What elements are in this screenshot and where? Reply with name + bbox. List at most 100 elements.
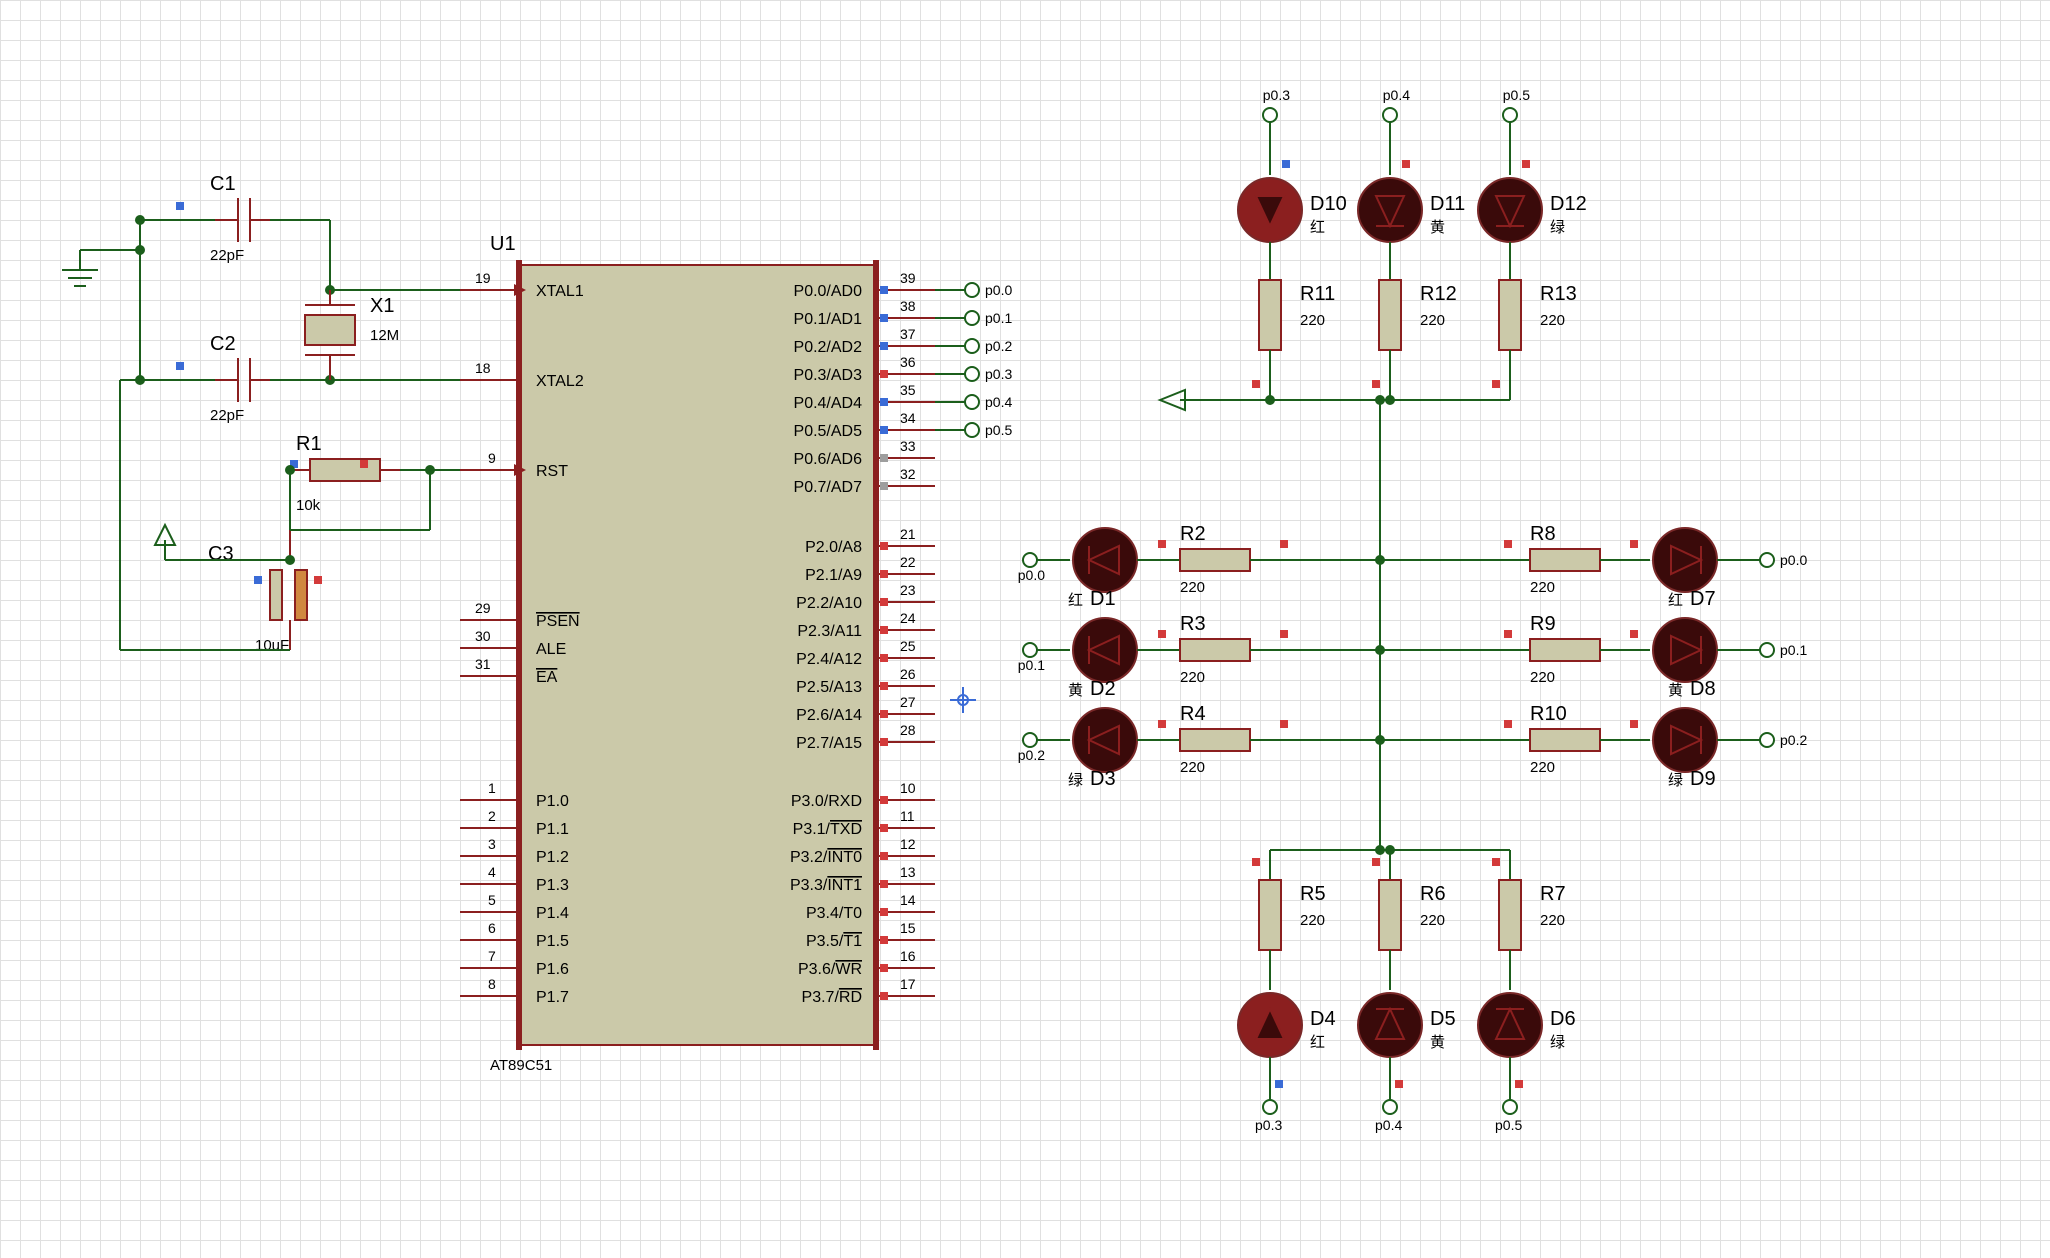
lights-top: p0.3 D10红 R11220 p0.4 D11黄 R12220 p0.5 D…	[1238, 87, 1587, 405]
svg-text:P3.2/INT0: P3.2/INT0	[790, 849, 862, 866]
res-r1: R1 10k	[290, 433, 400, 514]
svg-text:R3: R3	[1180, 613, 1206, 635]
svg-text:R6: R6	[1420, 883, 1446, 905]
svg-text:R10: R10	[1530, 703, 1567, 725]
crystal-x1: X1 12M	[305, 290, 399, 380]
svg-text:R1: R1	[296, 433, 322, 455]
svg-text:6: 6	[488, 920, 496, 936]
osc-reset: X1 12M C1 22pF C2 22pF R1	[62, 173, 460, 654]
svg-text:37: 37	[900, 326, 916, 342]
u1-ref: U1	[490, 233, 516, 255]
svg-text:D1: D1	[1090, 588, 1116, 610]
svg-text:D5: D5	[1430, 1008, 1456, 1030]
svg-text:D12: D12	[1550, 193, 1587, 215]
schematic-canvas[interactable]: U1 AT89C51 19 XTAL1 18 XTAL2 9 RST 29PSE…	[0, 0, 2050, 1258]
svg-text:P2.1/A9: P2.1/A9	[805, 567, 862, 584]
svg-text:25: 25	[900, 638, 916, 654]
led-d12	[1478, 178, 1542, 242]
svg-text:p0.5: p0.5	[985, 422, 1012, 438]
svg-text:P0.5/AD5: P0.5/AD5	[794, 423, 863, 440]
svg-text:4: 4	[488, 864, 496, 880]
svg-text:红: 红	[1310, 1034, 1325, 1051]
svg-text:R13: R13	[1540, 283, 1577, 305]
led-d4	[1238, 993, 1302, 1057]
svg-text:16: 16	[900, 948, 916, 964]
cap-c1: C1 22pF	[140, 173, 270, 264]
svg-text:D3: D3	[1090, 768, 1116, 790]
svg-text:D7: D7	[1690, 588, 1716, 610]
svg-text:C1: C1	[210, 173, 236, 195]
svg-text:19: 19	[475, 270, 491, 286]
svg-text:31: 31	[475, 656, 491, 672]
svg-text:p0.3: p0.3	[1255, 1117, 1282, 1133]
u1-part: AT89C51	[490, 1057, 552, 1074]
svg-text:P1.5: P1.5	[536, 933, 569, 950]
led-d3	[1073, 708, 1137, 772]
led-d11	[1358, 178, 1422, 242]
svg-text:21: 21	[900, 526, 916, 542]
svg-text:D9: D9	[1690, 768, 1716, 790]
svg-text:9: 9	[488, 450, 496, 466]
svg-text:p0.3: p0.3	[1263, 87, 1290, 103]
svg-text:P2.6/A14: P2.6/A14	[796, 707, 862, 724]
svg-text:23: 23	[900, 582, 916, 598]
svg-text:P2.0/A8: P2.0/A8	[805, 539, 862, 556]
svg-text:C2: C2	[210, 333, 236, 355]
svg-text:P0.7/AD7: P0.7/AD7	[794, 479, 863, 496]
svg-text:38: 38	[900, 298, 916, 314]
svg-text:220: 220	[1180, 759, 1205, 776]
gnd-icon	[62, 250, 98, 286]
svg-text:P3.6/WR: P3.6/WR	[798, 961, 862, 978]
svg-text:P3.4/T0: P3.4/T0	[806, 905, 862, 922]
svg-text:13: 13	[900, 864, 916, 880]
svg-text:P1.3: P1.3	[536, 877, 569, 894]
svg-text:R9: R9	[1530, 613, 1556, 635]
svg-text:10k: 10k	[296, 497, 321, 514]
led-d9	[1653, 708, 1717, 772]
svg-text:10: 10	[900, 780, 916, 796]
svg-text:P1.7: P1.7	[536, 989, 569, 1006]
svg-text:34: 34	[900, 410, 916, 426]
svg-text:P3.7/RD: P3.7/RD	[802, 989, 862, 1006]
svg-text:D11: D11	[1430, 193, 1465, 215]
svg-text:XTAL1: XTAL1	[536, 283, 584, 300]
svg-text:2: 2	[488, 808, 496, 824]
svg-text:R7: R7	[1540, 883, 1566, 905]
svg-text:PSEN: PSEN	[536, 613, 580, 630]
svg-text:p0.0: p0.0	[985, 282, 1012, 298]
svg-text:R12: R12	[1420, 283, 1457, 305]
svg-text:p0.4: p0.4	[1383, 87, 1410, 103]
svg-text:29: 29	[475, 600, 491, 616]
svg-text:P3.0/RXD: P3.0/RXD	[791, 793, 862, 810]
svg-text:220: 220	[1180, 579, 1205, 596]
svg-text:D6: D6	[1550, 1008, 1576, 1030]
svg-text:220: 220	[1420, 312, 1445, 329]
svg-text:p0.2: p0.2	[1780, 732, 1807, 748]
svg-text:P3.5/T1: P3.5/T1	[806, 933, 862, 950]
svg-text:17: 17	[900, 976, 916, 992]
svg-text:220: 220	[1530, 579, 1555, 596]
svg-text:P2.4/A12: P2.4/A12	[796, 651, 862, 668]
svg-text:p0.1: p0.1	[1018, 657, 1045, 673]
svg-text:p0.3: p0.3	[985, 366, 1012, 382]
origin-marker	[950, 687, 976, 713]
svg-text:220: 220	[1180, 669, 1205, 686]
svg-text:ALE: ALE	[536, 641, 566, 658]
svg-text:P2.5/A13: P2.5/A13	[796, 679, 862, 696]
svg-text:绿: 绿	[1068, 772, 1083, 789]
svg-text:绿: 绿	[1668, 772, 1683, 789]
svg-text:P3.3/INT1: P3.3/INT1	[790, 877, 862, 894]
svg-text:p0.0: p0.0	[1018, 567, 1045, 583]
led-d5	[1358, 993, 1422, 1057]
svg-text:p0.1: p0.1	[1780, 642, 1807, 658]
svg-text:P0.4/AD4: P0.4/AD4	[794, 395, 863, 412]
svg-text:27: 27	[900, 694, 916, 710]
svg-text:p0.4: p0.4	[1375, 1117, 1402, 1133]
svg-text:220: 220	[1530, 669, 1555, 686]
svg-text:35: 35	[900, 382, 916, 398]
cap-c2: C2 22pF	[140, 333, 270, 424]
svg-text:10uF: 10uF	[255, 637, 289, 654]
svg-text:D4: D4	[1310, 1008, 1336, 1030]
svg-text:P1.0: P1.0	[536, 793, 569, 810]
svg-text:5: 5	[488, 892, 496, 908]
